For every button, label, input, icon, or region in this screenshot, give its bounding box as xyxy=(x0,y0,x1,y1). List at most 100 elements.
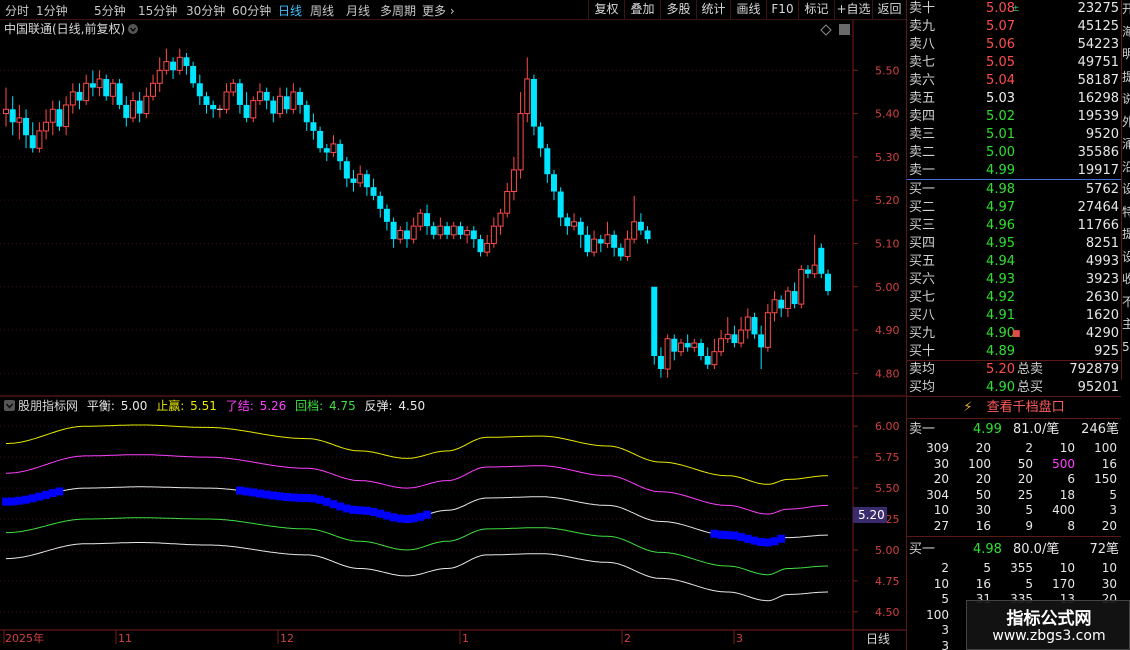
period-60min[interactable]: 60分钟 xyxy=(232,2,271,19)
avg-price: 5.20 xyxy=(986,362,1015,377)
sell-label: 卖四 xyxy=(909,109,936,124)
sell-row[interactable]: 卖五 5.03 16298 xyxy=(907,90,1121,108)
buy-row[interactable]: 买七 4.92 2630 xyxy=(907,289,1121,307)
buy-row[interactable]: 买九 4.90 ■ 4290 xyxy=(907,325,1121,343)
indicator-band-bar xyxy=(242,487,251,496)
buy-row[interactable]: 买四 4.95 8251 xyxy=(907,235,1121,253)
candle-body xyxy=(330,143,337,154)
period-15min[interactable]: 15分钟 xyxy=(138,2,177,19)
sell-row[interactable]: 卖二 5.00 35586 xyxy=(907,144,1121,162)
queue-cell: 30 xyxy=(975,503,991,517)
sell-row[interactable]: 卖七 5.05 49751 xyxy=(907,54,1121,72)
buy-row[interactable]: 买二 4.97 27464 xyxy=(907,199,1121,217)
buy-row[interactable]: 买三 4.96 11766 xyxy=(907,217,1121,235)
candle-body xyxy=(277,95,283,115)
legend-zhiying-label: 止赢: xyxy=(156,398,184,413)
candle-body xyxy=(56,109,63,127)
period-more[interactable]: 更多 › xyxy=(422,2,455,19)
period-1min[interactable]: 1分钟 xyxy=(36,2,68,19)
buy-row[interactable]: 买五 4.94 4993 xyxy=(907,253,1121,271)
huaxian-button[interactable]: 画线 xyxy=(730,0,766,19)
indicator-band-bar xyxy=(770,537,779,546)
biaoji-button[interactable]: 标记 xyxy=(798,0,834,19)
period-multi[interactable]: 多周期 xyxy=(380,2,416,19)
queue-cell: 10 xyxy=(1059,441,1075,455)
period-more-label: 更多 xyxy=(422,4,447,18)
back-button[interactable]: 返回 xyxy=(872,0,906,19)
info-edge-strip[interactable]: 开海明提说外涌沿设特提设收不主5 xyxy=(1121,0,1130,380)
fuquan-button[interactable]: 复权 xyxy=(588,0,624,19)
sell-label: 卖一 xyxy=(909,163,936,178)
buy-label: 买三 xyxy=(909,218,936,233)
candle-body xyxy=(176,56,183,71)
indicator-menu-icon[interactable] xyxy=(4,400,15,411)
indicator-band-bar xyxy=(369,507,378,516)
period-fenshi[interactable]: 分时 xyxy=(5,2,29,19)
buy1-queue-label: 买一 xyxy=(909,542,936,557)
sell-label: 卖十 xyxy=(909,1,936,16)
queue-cell: 5 xyxy=(1025,503,1033,517)
date-label-2: 2 xyxy=(624,632,631,645)
sell-row[interactable]: 卖十 5.08 ±23275 xyxy=(907,0,1121,18)
period-daily[interactable]: 日线 xyxy=(278,2,302,19)
period-monthly[interactable]: 月线 xyxy=(346,2,370,19)
queue-cell: 50 xyxy=(1017,456,1033,471)
watermark-title: 指标公式网 xyxy=(1006,609,1092,629)
candle-body xyxy=(758,334,765,348)
sell-row[interactable]: 卖九 5.07 45125 xyxy=(907,18,1121,36)
period-5min[interactable]: 5分钟 xyxy=(94,2,126,19)
sell-label: 卖五 xyxy=(909,91,936,106)
period-tag[interactable]: 日线 xyxy=(866,632,890,646)
candle-body xyxy=(744,316,751,331)
buy-row[interactable]: 买八 4.91 1620 xyxy=(907,307,1121,325)
candle-body xyxy=(617,247,624,257)
sell-row[interactable]: 卖八 5.06 54223 xyxy=(907,36,1121,54)
candle-body xyxy=(751,317,758,335)
candle-body xyxy=(450,225,457,236)
sell1-queue-price: 4.99 xyxy=(973,422,1002,437)
diejia-button[interactable]: 叠加 xyxy=(624,0,660,19)
candle-body xyxy=(143,95,150,115)
sell-row[interactable]: 卖一 4.99 19917 xyxy=(907,162,1121,180)
candle-body xyxy=(698,343,705,357)
queue-cell: 100 xyxy=(1094,441,1117,455)
avg-price: 4.90 xyxy=(986,380,1015,395)
sell1-queue-label: 卖一 xyxy=(909,422,936,437)
buy-row[interactable]: 买六 4.93 3923 xyxy=(907,271,1121,289)
buy-row[interactable]: 买一 4.98 5762 xyxy=(907,181,1121,199)
buy1-queue-price: 4.98 xyxy=(973,542,1002,557)
queue-cell: 10 xyxy=(1101,561,1117,575)
add-watchlist-button[interactable]: +自选 xyxy=(834,0,872,19)
candle-body xyxy=(557,191,564,218)
period-30min[interactable]: 30分钟 xyxy=(186,2,225,19)
queue-cell: 3 xyxy=(941,638,949,650)
indicator-band-bar xyxy=(423,510,431,519)
sell-row[interactable]: 卖四 5.02 19539 xyxy=(907,108,1121,126)
qiandang-button[interactable]: ⚡ 查看千档盘口 xyxy=(907,398,1121,418)
candle-body xyxy=(283,96,290,110)
candle-body xyxy=(129,100,136,119)
candle-body xyxy=(350,178,357,183)
indicator-band-bar xyxy=(249,488,258,497)
queue-cell: 3 xyxy=(1109,503,1117,517)
candle-body xyxy=(89,83,96,88)
candle-body xyxy=(230,82,237,93)
period-weekly[interactable]: 周线 xyxy=(310,2,334,19)
sell-row[interactable]: 卖三 5.01 9520 xyxy=(907,126,1121,144)
panel-toggle-icon[interactable] xyxy=(839,24,850,35)
f10-button[interactable]: F10 xyxy=(766,0,798,19)
duogu-button[interactable]: 多股 xyxy=(660,0,696,19)
queue-cell: 25 xyxy=(1017,487,1033,502)
tongji-button[interactable]: 统计 xyxy=(696,0,730,19)
sell-label: 卖二 xyxy=(909,145,936,160)
candle-body xyxy=(9,109,16,123)
candle-body xyxy=(430,226,437,235)
chart-menu-icon[interactable] xyxy=(128,24,138,34)
queue-cell: 150 xyxy=(1094,472,1117,486)
sell-row[interactable]: 卖六 5.04 58187 xyxy=(907,72,1121,90)
queue-cell: 355 xyxy=(1010,561,1033,575)
buy-row[interactable]: 买十 4.89 925 xyxy=(907,343,1121,361)
indicator-band-bar xyxy=(276,492,284,501)
kline-chart[interactable]: 中国联通(日线,前复权) 5.50 5.40 5.30 5.20 5.10 5.00 4.9… xyxy=(0,20,906,650)
candle-body xyxy=(738,329,745,344)
